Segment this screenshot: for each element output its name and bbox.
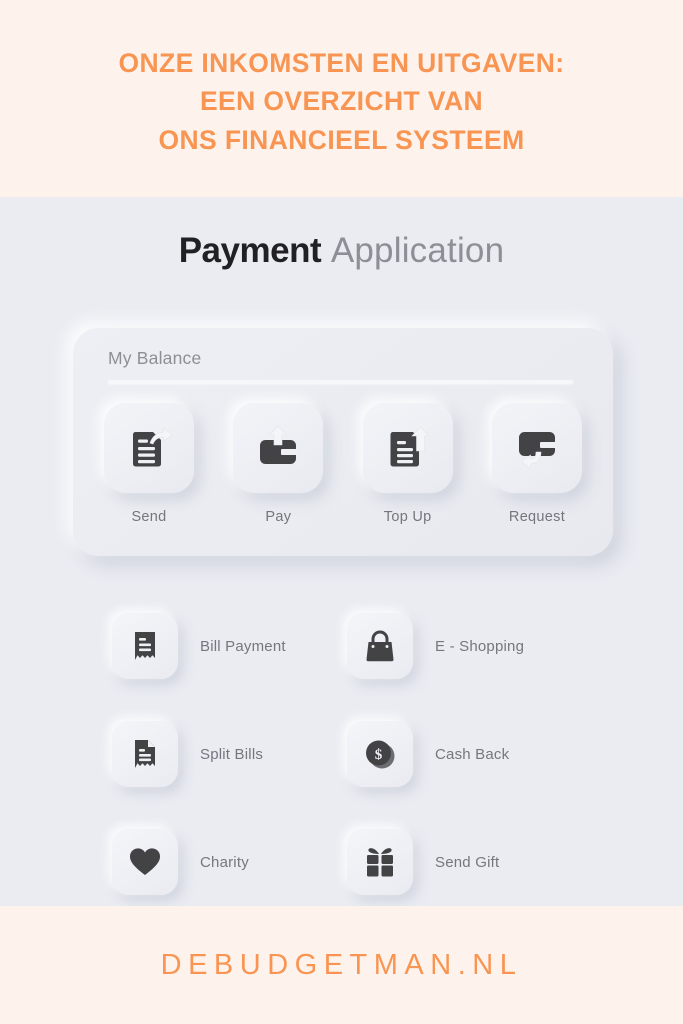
quick-action-send-label: Send	[131, 509, 167, 525]
feature-label-e-shopping: E - Shopping	[435, 637, 525, 655]
document-send-icon	[124, 423, 174, 473]
page-title-strong: Payment	[178, 231, 322, 270]
feature-label-charity: Charity	[200, 853, 249, 871]
quick-action-topup[interactable]: Top Up	[360, 403, 456, 525]
feature-item-bill-payment[interactable]: Bill Payment	[112, 592, 347, 700]
receipt-folded-icon	[127, 736, 163, 772]
header-banner: ONZE INKOMSTEN EN UITGAVEN: EEN OVERZICH…	[0, 0, 683, 197]
header-line-3: ONS FINANCIEEL SYSTEEM	[158, 124, 525, 155]
feature-label-split-bills: Split Bills	[200, 745, 264, 763]
wallet-up-arrow-icon	[253, 423, 303, 473]
document-up-arrow-icon	[383, 423, 433, 473]
header-line-2: EEN OVERZICHT VAN	[199, 86, 484, 117]
footer-website-text: DEBUDGETMAN.NL	[160, 948, 523, 981]
balance-label: My Balance	[108, 348, 202, 368]
feature-tile-cash-back[interactable]: $	[347, 721, 413, 787]
page-title: Payment Application	[0, 231, 683, 271]
footer-banner: DEBUDGETMAN.NL	[0, 906, 683, 1024]
receipt-icon	[127, 628, 163, 664]
svg-text:$: $	[375, 747, 383, 763]
quick-action-topup-tile[interactable]	[362, 403, 453, 493]
quick-action-row: Send Pay Top Up Request	[101, 403, 585, 525]
quick-action-send[interactable]: Send	[101, 403, 197, 525]
quick-action-pay-tile[interactable]	[233, 403, 324, 493]
feature-tile-send-gift[interactable]	[347, 829, 413, 895]
page-title-light: Application	[330, 231, 505, 270]
quick-action-topup-label: Top Up	[383, 509, 432, 525]
feature-label-send-gift: Send Gift	[435, 853, 500, 871]
balance-card: My Balance Send Pay Top Up Request	[73, 328, 613, 556]
feature-grid: Bill Payment E - Shopping Split Bills $ …	[112, 592, 582, 916]
heart-icon	[127, 844, 163, 880]
quick-action-send-tile[interactable]	[104, 403, 194, 493]
quick-action-pay-label: Pay	[265, 509, 292, 525]
feature-label-cash-back: Cash Back	[435, 745, 510, 763]
header-line-1: ONZE INKOMSTEN EN UITGAVEN:	[118, 47, 565, 78]
quick-action-pay[interactable]: Pay	[230, 403, 326, 525]
feature-tile-bill-payment[interactable]	[112, 613, 178, 679]
quick-action-request[interactable]: Request	[489, 403, 585, 525]
dollar-coin-icon: $	[362, 736, 398, 772]
feature-tile-e-shopping[interactable]	[347, 613, 413, 679]
quick-action-request-label: Request	[508, 509, 566, 525]
feature-item-e-shopping[interactable]: E - Shopping	[347, 592, 582, 700]
balance-divider	[108, 380, 573, 383]
card-request-arrow-icon	[512, 423, 562, 473]
quick-action-request-tile[interactable]	[491, 403, 582, 493]
feature-item-cash-back[interactable]: $ Cash Back	[347, 700, 582, 808]
feature-tile-split-bills[interactable]	[112, 721, 178, 787]
feature-label-bill-payment: Bill Payment	[200, 637, 286, 655]
handbag-icon	[362, 628, 398, 664]
gift-box-icon	[362, 844, 398, 880]
feature-tile-charity[interactable]	[112, 829, 178, 895]
feature-item-split-bills[interactable]: Split Bills	[112, 700, 347, 808]
feature-item-charity[interactable]: Charity	[112, 808, 347, 916]
feature-item-send-gift[interactable]: Send Gift	[347, 808, 582, 916]
